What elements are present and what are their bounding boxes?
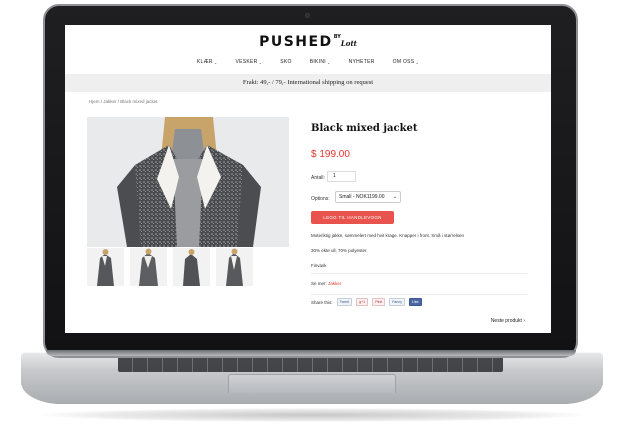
main-nav: KLÆR ⌄ VESKER ⌄ SKO BIKINI ⌄ NYHETER OM … [65,59,551,65]
chevron-down-icon: ⌄ [213,59,218,65]
logo-text: PUSHED [259,34,333,50]
share-bar: Share this: Tweet g+1 Pinit Fancy Like [311,298,422,306]
breadcrumb[interactable]: Hjem / Jakker / Black mixed jacket [89,99,158,104]
nav-item-om-oss[interactable]: OM OSS ⌄ [393,59,419,65]
logo-signature: Lott [340,39,357,48]
chevron-down-icon: ⌄ [258,59,263,65]
nav-item-label: BIKINI [309,59,326,65]
browser-screen: PUSHEDBYLott KLÆR ⌄ VESKER ⌄ SKO BIKINI … [65,25,551,333]
divider [311,273,527,274]
google-plus-button[interactable]: g+1 [356,298,369,306]
nav-item-klaer[interactable]: KLÆR ⌄ [197,59,218,65]
laptop-hinge [46,350,576,356]
quantity-input[interactable]: 1 [327,171,356,182]
nav-item-label: VESKER [235,59,258,65]
product-title: Black mixed jacket [311,123,418,134]
laptop-trackpad [228,374,396,393]
nav-item-label: OM OSS [392,59,415,65]
see-more-link[interactable]: Jakker [328,281,341,286]
fancy-button[interactable]: Fancy [389,298,406,306]
chevron-down-icon: ⌄ [392,194,397,200]
product-thumbnails [87,248,253,286]
product-price: $ 199.00 [311,149,350,160]
nav-item-bikini[interactable]: BIKINI ⌄ [310,59,331,65]
options-selected-value: Small - NOK1199.00 [339,194,385,200]
pinterest-button[interactable]: Pinit [372,298,386,306]
see-more: Se mer: Jakker [311,281,341,286]
nav-item-label: NYHETER [348,59,375,65]
facebook-like-button[interactable]: Like [409,298,422,306]
share-label: Share this: [311,299,333,305]
site-logo[interactable]: PUSHEDBYLott [65,34,551,50]
options-select[interactable]: Small - NOK1199.00 ⌄ [335,191,401,203]
thumbnail-image [130,248,167,286]
add-to-cart-button[interactable]: LEGG TIL HANDLEVOGN [311,211,394,224]
see-more-label: Se mer: [311,281,327,286]
nav-item-sko[interactable]: SKO [280,59,291,65]
options-label: Options: [311,196,330,202]
product-thumbnail[interactable] [173,248,210,286]
quantity-label: Antall: [311,175,325,181]
product-thumbnail[interactable] [130,248,167,286]
product-main-image[interactable] [87,117,289,247]
logo-by: BY [333,34,341,40]
webcam-icon [305,13,310,18]
nav-item-vesker[interactable]: VESKER ⌄ [236,59,263,65]
thumbnail-image [216,248,253,286]
product-thumbnail[interactable] [87,248,124,286]
divider [311,294,527,295]
product-thumbnail[interactable] [216,248,253,286]
nav-item-label: SKO [280,59,292,65]
chevron-down-icon: ⌄ [326,59,331,65]
laptop-shadow [40,408,585,422]
nav-item-label: KLÆR [196,59,213,65]
shipping-banner: Frakt: 49,- / 79,- International shippin… [65,74,551,92]
product-material: 30% ekte ull, 70% polyester. [311,248,368,253]
next-product-link[interactable]: Neste produkt › [491,318,525,324]
product-care: Finvask [311,263,327,268]
product-description: Moteriktig jakke, sømmelert med hvit kra… [311,233,465,238]
laptop-keyboard [118,356,503,372]
model-photo [87,117,289,247]
nav-item-nyheter[interactable]: NYHETER [349,59,375,65]
chevron-down-icon: ⌄ [415,59,420,65]
thumbnail-image [173,248,210,286]
tweet-button[interactable]: Tweet [336,298,353,306]
thumbnail-image [87,248,124,286]
site-header: PUSHEDBYLott KLÆR ⌄ VESKER ⌄ SKO BIKINI … [65,25,551,69]
